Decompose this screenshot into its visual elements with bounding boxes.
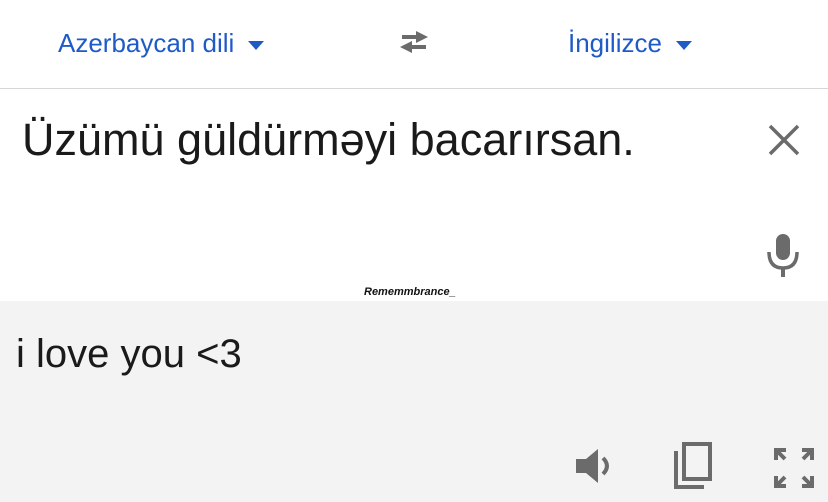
listen-button[interactable] [572,444,620,488]
copy-button[interactable] [672,441,716,491]
swap-languages-button[interactable] [392,25,436,59]
target-language-selector[interactable]: İngilizce [568,26,692,60]
watermark-text: Rememmbrance_ [364,286,456,298]
language-bar: Azerbaycan dili İngilizce [0,0,828,89]
swap-arrows-icon [400,31,428,53]
chevron-down-icon [675,40,692,50]
target-language-label: İngilizce [568,27,662,58]
microphone-icon [767,234,799,277]
fullscreen-icon [774,448,814,488]
copy-icon [674,442,712,489]
translation-text: i love you <3 [16,332,242,376]
source-text[interactable]: Üzümü güldürməyi bacarırsan. [22,114,635,166]
chevron-down-icon [248,40,265,50]
source-language-selector[interactable]: Azerbaycan dili [58,26,265,60]
microphone-button[interactable] [764,232,802,278]
speaker-icon [576,449,609,483]
clear-input-button[interactable] [764,120,804,160]
source-language-label: Azerbaycan dili [58,27,235,58]
fullscreen-button[interactable] [772,446,816,490]
close-icon [768,124,800,156]
